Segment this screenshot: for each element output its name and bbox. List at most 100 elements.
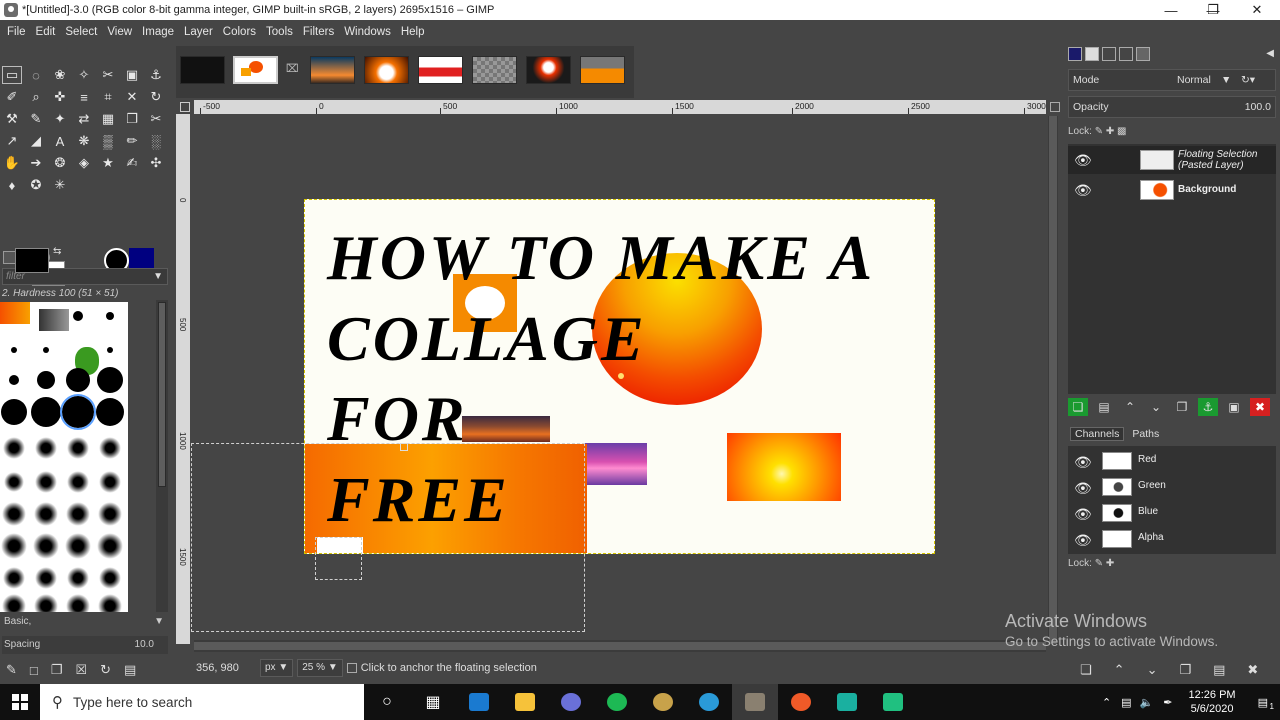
brush-item[interactable]	[43, 347, 49, 353]
tool-9-icon[interactable]: ✜	[50, 88, 70, 106]
edge-icon[interactable]	[686, 684, 732, 720]
brush-item[interactable]	[3, 437, 25, 459]
brush-item[interactable]	[67, 437, 89, 459]
brush-item[interactable]	[73, 311, 83, 321]
tool-36-icon[interactable]: ✪	[26, 176, 46, 194]
refresh-brushes-icon[interactable]: ↻	[100, 662, 111, 678]
tool-21-icon[interactable]: ↗	[2, 132, 22, 150]
raise-layer-button[interactable]: ⌃	[1120, 398, 1140, 416]
brush-item[interactable]	[66, 502, 90, 526]
pen-icon[interactable]: ✒	[1157, 696, 1178, 709]
open-brush-folder-icon[interactable]: ▤	[124, 662, 136, 678]
mode-select[interactable]: Mode Normal ▼ ↻▾	[1068, 69, 1276, 91]
vertical-scrollbar[interactable]	[1048, 116, 1058, 644]
tool-30-icon[interactable]: ❂	[50, 154, 70, 172]
image-tab-6[interactable]	[472, 56, 517, 84]
tool-19-icon[interactable]: ❐	[122, 110, 142, 128]
chevron-down-icon[interactable]: ▼	[153, 269, 163, 284]
brush-item[interactable]	[97, 367, 123, 393]
edit-brush-icon[interactable]: ✎	[6, 662, 17, 678]
brush-item[interactable]	[98, 502, 122, 526]
horizontal-ruler[interactable]: -500 0 500 1000 1500 2000 2500 3000	[194, 100, 1046, 114]
taskbar-search[interactable]: ⚲ Type here to search	[40, 684, 364, 720]
anchor-layer-button[interactable]: ⚓	[1198, 398, 1218, 416]
lock-pixels-icon[interactable]: ✎	[1095, 126, 1103, 137]
brush-scrollbar[interactable]	[156, 300, 168, 612]
channel-row[interactable]: 👁 Blue	[1068, 500, 1276, 526]
brush-item[interactable]	[4, 472, 24, 492]
notification-icon[interactable]: ▤ 1	[1246, 696, 1280, 711]
tool-6-icon[interactable]: ⚓	[146, 66, 166, 84]
undo-tab-icon[interactable]	[1119, 47, 1133, 61]
tool-1-icon[interactable]: ◌	[26, 66, 46, 84]
lock-alpha-icon[interactable]: ▩	[1117, 126, 1126, 137]
lower-layer-button[interactable]: ⌄	[1146, 398, 1166, 416]
tool-33-icon[interactable]: ✍	[122, 154, 142, 172]
gimp-taskbar-icon[interactable]	[732, 684, 778, 720]
brush-item[interactable]	[35, 567, 57, 589]
brush-item[interactable]	[35, 437, 57, 459]
menu-colors[interactable]: Colors	[218, 26, 261, 38]
chat-icon[interactable]	[870, 684, 916, 720]
tool-3-icon[interactable]: ✧	[74, 66, 94, 84]
vertical-ruler[interactable]: 0 500 1000 1500	[176, 114, 190, 644]
tool-10-icon[interactable]: ≡	[74, 88, 94, 106]
delete-brush-icon[interactable]: ☒	[75, 662, 87, 678]
selection-handle[interactable]	[400, 443, 408, 451]
tool-24-icon[interactable]: ❋	[74, 132, 94, 150]
close-tab-icon[interactable]: ⌧	[286, 62, 299, 75]
eye-icon[interactable]: 👁	[1074, 506, 1092, 523]
brush-grid[interactable]	[0, 302, 128, 612]
brush-item[interactable]	[97, 533, 123, 559]
raise-channel-icon[interactable]: ⌃	[1114, 662, 1125, 678]
tool-20-icon[interactable]: ✂	[146, 110, 166, 128]
horizontal-scrollbar[interactable]	[194, 640, 1046, 652]
tool-31-icon[interactable]: ◈	[74, 154, 94, 172]
tool-18-icon[interactable]: ▦	[98, 110, 118, 128]
brush-item[interactable]	[34, 502, 58, 526]
tool-26-icon[interactable]: ✏	[122, 132, 142, 150]
image-tab-2[interactable]	[233, 56, 278, 84]
tool-7-icon[interactable]: ✐	[2, 88, 22, 106]
channels-tab-icon[interactable]	[1085, 47, 1099, 61]
clock[interactable]: 12:26 PM 5/6/2020	[1179, 688, 1246, 716]
lock-pixels-icon[interactable]: ✎	[1095, 558, 1103, 569]
brush-item[interactable]	[33, 533, 59, 559]
image-tab-4[interactable]	[364, 56, 409, 84]
spotify-icon[interactable]	[594, 684, 640, 720]
brush-item[interactable]	[99, 471, 121, 493]
opacity-field[interactable]: Opacity 100.0	[1068, 96, 1276, 118]
eye-icon[interactable]: 👁	[1074, 480, 1092, 497]
brush-item[interactable]	[67, 567, 89, 589]
brush-item[interactable]	[11, 347, 17, 353]
tool-11-icon[interactable]: ⌗	[98, 88, 118, 106]
brush-item[interactable]	[39, 309, 69, 331]
chevron-down-icon[interactable]: ▼	[1221, 70, 1231, 90]
foreground-color-top[interactable]	[15, 248, 49, 273]
lock-position-icon[interactable]: ✚	[1106, 558, 1114, 569]
chevron-down-icon[interactable]: ▼	[278, 662, 288, 673]
brush-item[interactable]	[60, 394, 96, 430]
tool-22-icon[interactable]: ◢	[26, 132, 46, 150]
paths-tab-icon[interactable]	[1102, 47, 1116, 61]
file-explorer-icon[interactable]	[502, 684, 548, 720]
tool-2-icon[interactable]: ❀	[50, 66, 70, 84]
brush-item[interactable]	[107, 347, 113, 353]
tool-16-icon[interactable]: ✦	[50, 110, 70, 128]
menu-image[interactable]: Image	[137, 26, 179, 38]
league-icon[interactable]	[640, 684, 686, 720]
new-layer-group-button[interactable]: ▤	[1094, 398, 1114, 416]
menu-tools[interactable]: Tools	[261, 26, 298, 38]
tool-23-icon[interactable]: A	[50, 132, 70, 150]
minimize-button-2[interactable]: —	[1150, 0, 1192, 20]
vertical-scroll-thumb[interactable]	[1049, 116, 1057, 644]
tool-34-icon[interactable]: ✣	[146, 154, 166, 172]
eye-icon[interactable]: 👁	[1074, 182, 1092, 199]
chevron-down-icon[interactable]: ▼	[154, 614, 164, 630]
brush-scroll-thumb[interactable]	[158, 302, 166, 487]
tool-32-icon[interactable]: ★	[98, 154, 118, 172]
new-brush-icon[interactable]: □	[30, 663, 38, 678]
brush-item[interactable]	[34, 594, 58, 612]
brush-item[interactable]	[31, 397, 61, 427]
tool-15-icon[interactable]: ✎	[26, 110, 46, 128]
